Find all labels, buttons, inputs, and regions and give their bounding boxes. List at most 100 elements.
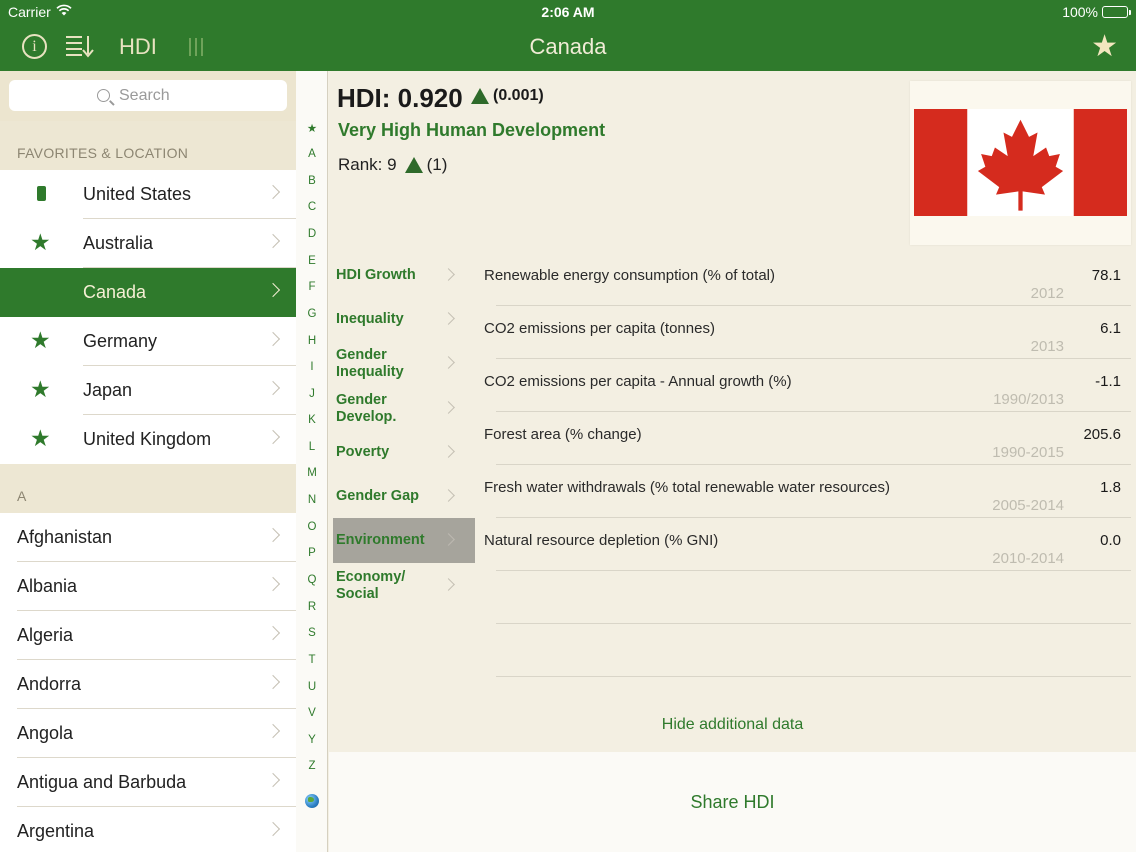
alphabet-index-bar[interactable]: ★ A B C D E F G H I J K L M N O P Q R S … <box>296 71 328 852</box>
share-hdi-button[interactable]: Share HDI <box>329 752 1136 852</box>
index-item-y[interactable]: Y <box>296 734 328 746</box>
index-item-l[interactable]: L <box>296 441 328 453</box>
subnav-hdi-growth[interactable]: HDI Growth <box>333 253 475 298</box>
index-item-c[interactable]: C <box>296 201 328 213</box>
sidebar-item-label: Germany <box>83 331 158 351</box>
clock: 2:06 AM <box>541 4 595 20</box>
subnav-economy-social[interactable]: Economy/ Social <box>333 563 475 608</box>
indicator-value: 0.0 <box>1100 532 1121 549</box>
globe-icon[interactable] <box>305 794 319 808</box>
sidebar-item-andorra[interactable]: Andorra <box>0 660 296 709</box>
subnav-gender-inequality[interactable]: Gender Inequality <box>333 341 475 386</box>
chevron-right-icon <box>265 331 281 347</box>
index-item-f[interactable]: F <box>296 281 328 293</box>
index-item-h[interactable]: H <box>296 335 328 347</box>
indicator-year: 2010-2014 <box>992 550 1064 567</box>
sidebar-item-united-states[interactable]: United States <box>0 170 296 219</box>
sidebar-item-antigua-and-barbuda[interactable]: Antigua and Barbuda <box>0 758 296 807</box>
indicator-row: Fresh water withdrawals (% total renewab… <box>484 465 1131 518</box>
navigation-bar: i HDI Canada ★ <box>0 24 1136 71</box>
sidebar-item-united-kingdom[interactable]: ★ United Kingdom <box>0 415 296 464</box>
sidebar-item-label: Albania <box>17 576 78 596</box>
index-item-r[interactable]: R <box>296 601 328 613</box>
chevron-right-icon <box>265 576 281 592</box>
info-icon[interactable]: i <box>22 34 47 59</box>
chevron-right-icon <box>265 625 281 641</box>
star-icon: ★ <box>30 327 51 353</box>
chevron-right-icon <box>265 772 281 788</box>
rank-change: (1) <box>426 155 448 174</box>
index-item-s[interactable]: S <box>296 627 328 639</box>
search-bar-container <box>0 71 296 121</box>
page-title: Canada <box>529 34 607 59</box>
index-item-u[interactable]: U <box>296 681 328 693</box>
chevron-right-icon <box>265 184 281 200</box>
flag-right-band <box>1073 109 1127 216</box>
sidebar-item-label: Algeria <box>17 625 74 645</box>
hdi-change-value: (0.001) <box>493 87 544 104</box>
subnav-label: Inequality <box>336 311 404 327</box>
indicator-row: CO2 emissions per capita (tonnes) 6.1 20… <box>484 306 1131 359</box>
index-item-n[interactable]: N <box>296 494 328 506</box>
index-item-k[interactable]: K <box>296 414 328 426</box>
indicator-label: CO2 emissions per capita (tonnes) <box>484 320 715 337</box>
subnav-gender-develop[interactable]: Gender Develop. <box>333 386 475 431</box>
index-item-i[interactable]: I <box>296 361 328 373</box>
indicator-value: 78.1 <box>1091 267 1121 284</box>
index-item-p[interactable]: P <box>296 547 328 559</box>
rank: Rank: 9 (1) <box>338 155 447 175</box>
sidebar-item-albania[interactable]: Albania <box>0 562 296 611</box>
index-item-e[interactable]: E <box>296 255 328 267</box>
sidebar-item-label: Angola <box>17 723 74 743</box>
hdi-tab[interactable]: HDI <box>119 34 157 60</box>
index-item-g[interactable]: G <box>296 308 328 320</box>
status-bar: Carrier 2:06 AM 100% <box>0 0 1136 24</box>
index-item-d[interactable]: D <box>296 228 328 240</box>
sidebar-item-argentina[interactable]: Argentina <box>0 807 296 852</box>
subnav-gender-gap[interactable]: Gender Gap <box>333 474 475 519</box>
indicator-value: 1.8 <box>1100 479 1121 496</box>
sidebar-item-angola[interactable]: Angola <box>0 709 296 758</box>
subnav-label: Environment <box>336 532 425 548</box>
search-input[interactable] <box>119 86 199 105</box>
sidebar-item-algeria[interactable]: Algeria <box>0 611 296 660</box>
index-item-t[interactable]: T <box>296 654 328 666</box>
indicator-year: 1990-2015 <box>992 444 1064 461</box>
section-header-label: A <box>17 488 27 504</box>
index-item-j[interactable]: J <box>296 388 328 400</box>
phone-location-icon <box>37 186 46 201</box>
sidebar-item-canada[interactable]: Canada <box>0 268 296 317</box>
chevron-right-icon <box>265 429 281 445</box>
index-item-a[interactable]: A <box>296 148 328 160</box>
subnav-inequality[interactable]: Inequality <box>333 297 475 342</box>
chevron-right-icon <box>442 356 455 369</box>
columns-icon[interactable] <box>188 38 204 56</box>
subnav-poverty[interactable]: Poverty <box>333 430 475 475</box>
index-item-b[interactable]: B <box>296 175 328 187</box>
chevron-right-icon <box>442 312 455 325</box>
index-item-z[interactable]: Z <box>296 760 328 772</box>
index-item-v[interactable]: V <box>296 707 328 719</box>
section-header-favorites: FAVORITES & LOCATION <box>0 121 296 170</box>
sidebar-item-germany[interactable]: ★ Germany <box>0 317 296 366</box>
index-item-q[interactable]: Q <box>296 574 328 586</box>
index-item-m[interactable]: M <box>296 467 328 479</box>
chevron-right-icon <box>442 533 455 546</box>
indicator-category-nav: HDI Growth Inequality Gender Inequality … <box>333 253 475 603</box>
index-item-o[interactable]: O <box>296 521 328 533</box>
indicator-row: Natural resource depletion (% GNI) 0.0 2… <box>484 518 1131 571</box>
index-item-favorites[interactable]: ★ <box>296 121 328 135</box>
indicator-row: Forest area (% change) 205.6 1990-2015 <box>484 412 1131 465</box>
subnav-label: Poverty <box>336 444 390 460</box>
search-field[interactable] <box>9 80 287 111</box>
sort-list-icon[interactable] <box>66 34 94 58</box>
indicator-value: -1.1 <box>1095 373 1121 390</box>
favorite-star-icon[interactable]: ★ <box>1091 30 1118 64</box>
subnav-environment[interactable]: Environment <box>333 518 475 563</box>
sidebar-item-australia[interactable]: ★ Australia <box>0 219 296 268</box>
hide-additional-data-button[interactable]: Hide additional data <box>329 716 1136 734</box>
sidebar-item-afghanistan[interactable]: Afghanistan <box>0 513 296 562</box>
chevron-right-icon <box>442 268 455 281</box>
flag-card <box>910 81 1131 245</box>
sidebar-item-japan[interactable]: ★ Japan <box>0 366 296 415</box>
